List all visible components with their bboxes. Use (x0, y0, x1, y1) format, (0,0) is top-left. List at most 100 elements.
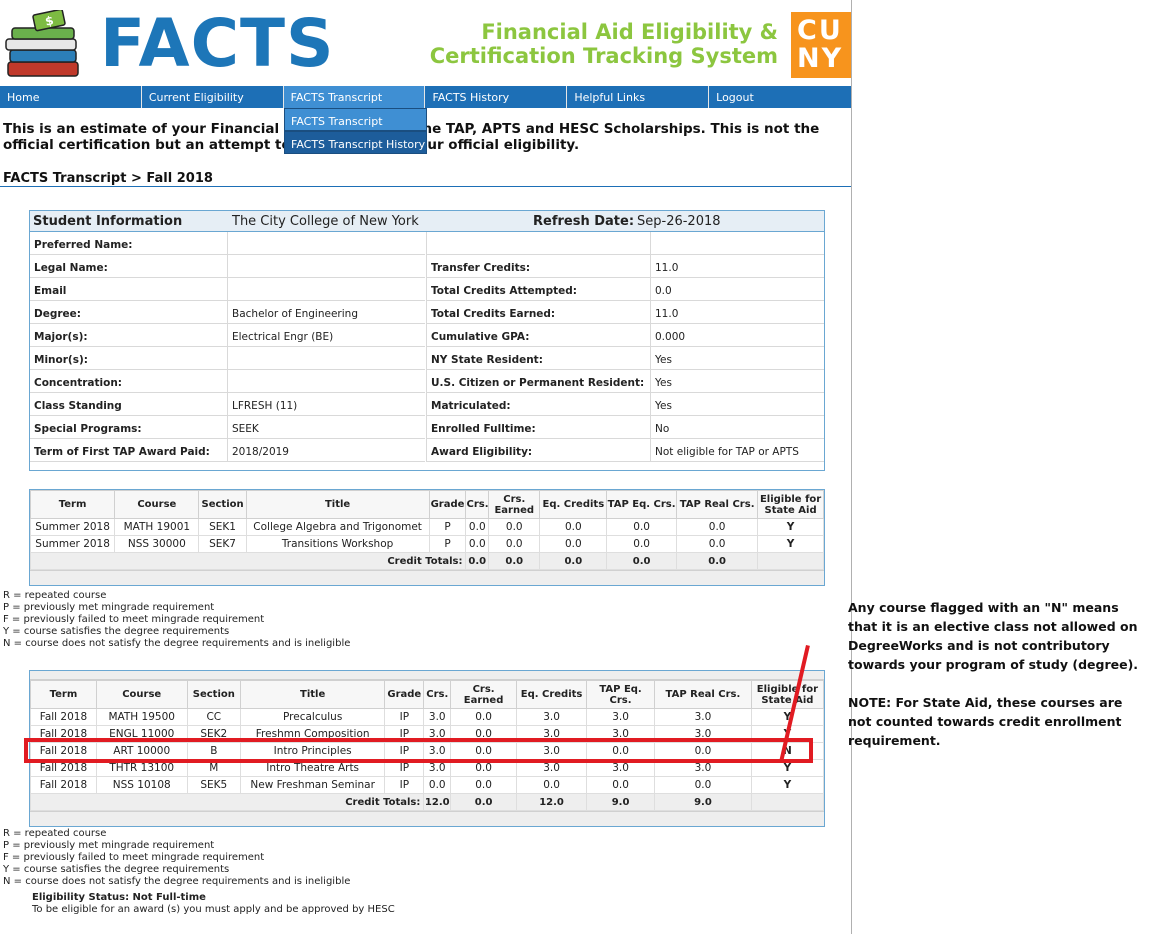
table-cell: Summer 2018 (29, 518, 116, 536)
table-cell: CC (186, 708, 242, 726)
eligibility-status-block: Eligibility Status: Not Full-time To be … (32, 892, 395, 916)
field-label (426, 232, 650, 255)
legend-line: Y = course satisfies the degree requirem… (3, 626, 230, 637)
column-header: Course (114, 490, 200, 519)
column-header: TAP Real Crs. (676, 490, 759, 519)
nav-helpful-links[interactable]: Helpful Links (567, 86, 710, 108)
table-cell: IP (384, 708, 425, 726)
column-header: Grade (384, 680, 425, 709)
table-cell: 0.0 (516, 776, 588, 794)
main-nav: Home Current Eligibility FACTS Transcrip… (0, 86, 851, 108)
eligibility-flag: Y (750, 776, 825, 794)
field-value: Yes (650, 347, 824, 370)
student-info-row: Legal Name: Transfer Credits: 11.0 (30, 255, 824, 278)
column-header: TAP Eq. Crs. (586, 680, 656, 709)
breadcrumb: FACTS Transcript > Fall 2018 (3, 171, 213, 186)
table-top-strip (30, 671, 824, 680)
field-label: Transfer Credits: (426, 255, 650, 278)
credit-totals-row: Credit Totals: 0.0 0.0 0.0 0.0 0.0 (29, 552, 824, 570)
credit-totals-label: Credit Totals: (29, 552, 467, 570)
credit-total-value: 0.0 (450, 793, 518, 811)
table-cell: MATH 19001 (114, 518, 200, 536)
tagline-line2: Certification Tracking System (429, 44, 778, 68)
table-cell: IP (384, 776, 425, 794)
legend-line: N = course does not satisfy the degree r… (3, 638, 351, 649)
student-info-row: Special Programs: SEEK Enrolled Fulltime: N… (30, 416, 824, 439)
field-value: Not eligible for TAP or APTS (650, 439, 824, 462)
table-cell: 0.0 (539, 535, 608, 553)
eligibility-note: To be eligible for an award (s) you must… (32, 904, 395, 915)
nav-logout[interactable]: Logout (709, 86, 851, 108)
cuny-logo-line2: NY (797, 43, 844, 74)
tagline: Financial Aid Eligibility & Certificatio… (428, 20, 778, 68)
summer-course-rows: Summer 2018 MATH 19001 SEK1 College Algebra… (29, 518, 824, 570)
field-label: Enrolled Fulltime: (426, 416, 650, 439)
dropdown-item-transcript-history[interactable]: FACTS Transcript History (284, 131, 427, 154)
credit-totals-row: Credit Totals: 12.0 0.0 12.0 9.0 9.0 (29, 793, 825, 811)
credit-total-value: 0.0 (606, 552, 678, 570)
field-value: Electrical Engr (BE) (227, 324, 425, 347)
field-label: Total Credits Attempted: (426, 278, 650, 301)
table-cell: 3.0 (654, 708, 752, 726)
legend-line: P = previously met mingrade requirement (3, 602, 215, 613)
column-header: Crs. Earned (488, 490, 541, 519)
table-cell: 0.0 (654, 776, 752, 794)
annotation-paragraph-2: NOTE: For State Aid, these courses are n… (848, 695, 1123, 748)
student-info-row: Concentration: U.S. Citizen or Permanent … (30, 370, 824, 393)
column-header: Term (29, 490, 116, 519)
table-cell: NSS 30000 (114, 535, 200, 553)
column-header: Eq. Credits (539, 490, 608, 519)
credit-total-value: 12.0 (516, 793, 588, 811)
table-cell: SEK5 (186, 776, 242, 794)
legend-line: R = repeated course (3, 590, 107, 601)
tagline-line1: Financial Aid Eligibility & (481, 20, 778, 44)
header: $ FACTS Financial Aid Eligibility & Cert… (0, 0, 851, 86)
credit-total-value: 0.0 (539, 552, 608, 570)
field-value: 11.0 (650, 255, 824, 278)
table-row: Fall 2018 MATH 19500 CC Precalculus IP 3.0 0.0… (30, 708, 825, 726)
table-cell: 3.0 (516, 708, 588, 726)
field-label: NY State Resident: (426, 347, 650, 370)
nav-home[interactable]: Home (0, 86, 142, 108)
student-info-row: Term of First TAP Award Paid: 2018/2019 Aw… (30, 439, 824, 462)
table-cell: 0.0 (423, 776, 452, 794)
table-cell: College Algebra and Trigonomet (245, 518, 430, 536)
column-header: Eligible for State Aid (757, 490, 824, 519)
field-value: SEEK (227, 416, 425, 439)
table-cell: 0.0 (606, 518, 678, 536)
field-value: No (650, 416, 824, 439)
table-cell: 0.0 (488, 518, 541, 536)
grade-legend-1: R = repeated course P = previously met m… (3, 590, 350, 650)
table-cell (757, 552, 824, 570)
column-header: Crs. (465, 490, 490, 519)
legend-line: R = repeated course (3, 828, 107, 839)
column-header: Crs. (423, 680, 452, 709)
field-value: Bachelor of Engineering (227, 301, 425, 324)
field-label: Concentration: (30, 370, 227, 393)
table-cell: 3.0 (423, 708, 452, 726)
cuny-logo: CU NY (791, 12, 851, 78)
field-label: Preferred Name: (30, 232, 227, 255)
table-cell (750, 793, 825, 811)
column-header: TAP Real Crs. (654, 680, 752, 709)
nav-current-eligibility[interactable]: Current Eligibility (142, 86, 284, 108)
table-cell: 0.0 (450, 708, 518, 726)
legend-line: N = course does not satisfy the degree r… (3, 876, 351, 887)
field-value (227, 255, 425, 278)
cuny-logo-line1: CU (797, 15, 843, 46)
table-cell: 0.0 (676, 535, 759, 553)
table-cell: P (428, 518, 467, 536)
dropdown-item-facts-transcript[interactable]: FACTS Transcript (284, 108, 427, 131)
table-row: Summer 2018 MATH 19001 SEK1 College Algebra… (29, 518, 824, 536)
nav-facts-history[interactable]: FACTS History (425, 86, 568, 108)
credit-total-value: 0.0 (676, 552, 759, 570)
table-cell: 0.0 (465, 535, 490, 553)
table-cell: MATH 19500 (95, 708, 188, 726)
student-info-row: Class Standing LFRESH (11) Matriculated: Ye… (30, 393, 824, 416)
field-label: Major(s): (30, 324, 227, 347)
eligibility-flag: Y (757, 535, 824, 553)
credit-total-value: 0.0 (488, 552, 541, 570)
field-label: Minor(s): (30, 347, 227, 370)
nav-facts-transcript[interactable]: FACTS Transcript (283, 86, 426, 108)
table-cell: Fall 2018 (30, 776, 97, 794)
